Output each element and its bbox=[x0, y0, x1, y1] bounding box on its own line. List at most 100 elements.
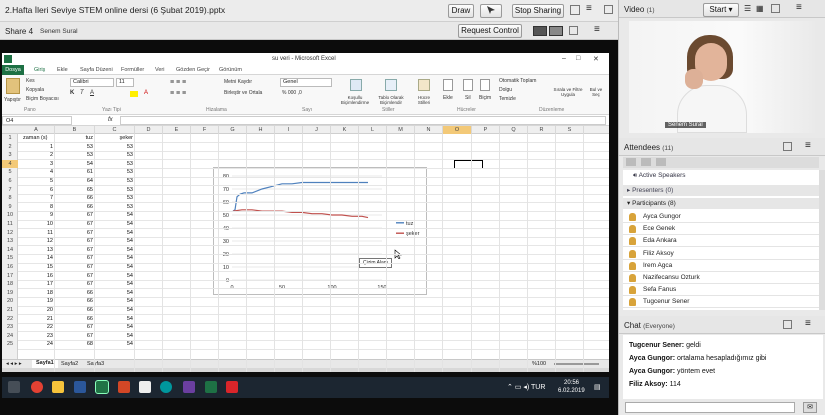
cell-styles-icon[interactable] bbox=[418, 79, 430, 91]
sheet-nav-icon[interactable]: ◂ ◂ ▸ ▸ bbox=[6, 361, 22, 367]
participant-row[interactable]: Sefa Fanus bbox=[623, 284, 819, 297]
list-view-icon[interactable] bbox=[641, 158, 651, 166]
paste-icon[interactable] bbox=[6, 78, 20, 94]
tab-formuller[interactable]: Formüller bbox=[121, 67, 144, 73]
format-table-button[interactable]: Tablo Olarak Biçimlendir bbox=[374, 95, 408, 105]
font-name-select[interactable]: Calibri bbox=[70, 78, 114, 87]
row-header[interactable]: 25 bbox=[2, 340, 18, 349]
column-header-s[interactable]: S bbox=[556, 126, 584, 134]
row-header[interactable]: 23 bbox=[2, 323, 18, 332]
column-header-h[interactable]: H bbox=[247, 126, 275, 134]
participant-row[interactable]: Irem Agca bbox=[623, 259, 819, 272]
video-grid-icon[interactable]: ▦ bbox=[756, 4, 764, 13]
row-header[interactable]: 17 bbox=[2, 272, 18, 281]
row-header[interactable]: 3 bbox=[2, 151, 18, 160]
participant-row[interactable]: Eda Ankara bbox=[623, 235, 819, 248]
number-format-select[interactable]: Genel bbox=[280, 78, 332, 87]
clear-button[interactable]: Temizle bbox=[499, 96, 516, 102]
chat-fullscreen-icon[interactable] bbox=[783, 320, 792, 329]
column-header-k[interactable]: K bbox=[331, 126, 359, 134]
column-header-r[interactable]: R bbox=[528, 126, 556, 134]
zoom-slider[interactable] bbox=[554, 363, 599, 365]
request-control-button[interactable]: Request Control bbox=[458, 24, 522, 38]
column-header-f[interactable]: F bbox=[191, 126, 219, 134]
tab-veri[interactable]: Veri bbox=[155, 67, 164, 73]
delete-cells-button[interactable]: Sil bbox=[465, 95, 471, 101]
insert-cells-icon[interactable] bbox=[443, 79, 453, 91]
currency-icon[interactable]: % 000 ,0 bbox=[282, 90, 302, 96]
excel-alt-icon[interactable] bbox=[205, 381, 217, 393]
wrap-text-button[interactable]: Metni Kaydır bbox=[224, 79, 252, 85]
column-header-a[interactable]: A bbox=[18, 126, 55, 134]
cell-styles-button[interactable]: Hücre Stilleri bbox=[412, 95, 436, 105]
column-header-n[interactable]: N bbox=[415, 126, 443, 134]
mail-icon[interactable] bbox=[139, 381, 151, 393]
conditional-format-icon[interactable] bbox=[350, 79, 362, 91]
paste-button[interactable]: Yapıştır bbox=[4, 97, 21, 103]
font-size-select[interactable]: 11 bbox=[116, 78, 134, 87]
cut-button[interactable]: Kes bbox=[26, 78, 35, 84]
row-header[interactable]: 21 bbox=[2, 306, 18, 315]
excel-maximize-icon[interactable]: □ bbox=[576, 55, 580, 62]
row-header[interactable]: 6 bbox=[2, 177, 18, 186]
chrome-icon[interactable] bbox=[31, 381, 43, 393]
format-painter-button[interactable]: Biçim Boyacısı bbox=[26, 96, 59, 102]
row-header[interactable]: 13 bbox=[2, 237, 18, 246]
view-mode-icon[interactable] bbox=[533, 26, 547, 36]
row-header[interactable]: 7 bbox=[2, 186, 18, 195]
format-cells-icon[interactable] bbox=[480, 79, 490, 91]
fullscreen-share-icon[interactable] bbox=[569, 26, 578, 35]
excel-minimize-icon[interactable]: – bbox=[562, 55, 566, 62]
column-header-m[interactable]: M bbox=[387, 126, 415, 134]
participants-group[interactable]: ▾ Participants (8) bbox=[623, 198, 819, 209]
delete-cells-icon[interactable] bbox=[463, 79, 473, 91]
zoom-level[interactable]: %100 bbox=[532, 361, 546, 367]
tab-gorunum[interactable]: Görünüm bbox=[219, 67, 242, 73]
windows-start-icon[interactable] bbox=[8, 381, 20, 393]
tab-giris[interactable]: Giriş bbox=[34, 67, 45, 73]
video-list-icon[interactable]: ☰ bbox=[744, 4, 751, 13]
pointer-button[interactable] bbox=[480, 4, 502, 18]
merge-center-button[interactable]: Birleştir ve Ortala bbox=[224, 90, 262, 96]
start-video-button[interactable]: Start ▾ bbox=[703, 3, 739, 17]
row-header[interactable]: 8 bbox=[2, 194, 18, 203]
column-header-l[interactable]: L bbox=[359, 126, 387, 134]
word-icon[interactable] bbox=[74, 381, 86, 393]
underline-button[interactable]: A bbox=[90, 90, 94, 96]
row-header[interactable]: 24 bbox=[2, 332, 18, 341]
excel-taskbar-icon[interactable] bbox=[95, 380, 109, 394]
pod-options-icon[interactable] bbox=[604, 5, 613, 14]
name-box[interactable]: O4 bbox=[2, 116, 72, 125]
attendees-scrollbar[interactable] bbox=[819, 170, 825, 310]
app-icon[interactable] bbox=[183, 381, 195, 393]
chat-input[interactable] bbox=[625, 402, 795, 413]
align-top-icon[interactable]: ≡ ≡ ≡ bbox=[170, 79, 186, 86]
chat-send-icon[interactable]: ✉ bbox=[803, 402, 817, 413]
align-left-icon[interactable]: ≡ ≡ ≡ bbox=[170, 90, 186, 97]
video-fullscreen-icon[interactable] bbox=[771, 4, 780, 13]
column-header-o[interactable]: O bbox=[443, 126, 472, 134]
fill-color-icon[interactable] bbox=[130, 91, 138, 97]
participant-row[interactable]: Ayca Gungor bbox=[623, 211, 819, 223]
attendees-menu-icon[interactable]: ≡ bbox=[805, 140, 811, 151]
autosum-button[interactable]: Otomatik Toplam bbox=[499, 78, 536, 84]
row-header[interactable]: 20 bbox=[2, 297, 18, 306]
fill-button[interactable]: Dolgu bbox=[499, 87, 512, 93]
column-header-p[interactable]: P bbox=[472, 126, 500, 134]
column-header-b[interactable]: B bbox=[55, 126, 95, 134]
conditional-format-button[interactable]: Koşullu Biçimlendirme bbox=[340, 95, 370, 105]
participant-row[interactable]: Nazifecansu Ozturk bbox=[623, 272, 819, 284]
column-header-i[interactable]: I bbox=[275, 126, 303, 134]
notification-icon[interactable]: ▤ bbox=[594, 383, 601, 391]
row-header[interactable]: 5 bbox=[2, 168, 18, 177]
stop-sharing-button[interactable]: Stop Sharing bbox=[512, 4, 564, 18]
video-menu-icon[interactable]: ≡ bbox=[796, 2, 802, 13]
row-header[interactable]: 14 bbox=[2, 246, 18, 255]
status-icon[interactable] bbox=[626, 158, 636, 166]
font-color-icon[interactable]: A bbox=[144, 90, 148, 96]
row-header[interactable]: 9 bbox=[2, 203, 18, 212]
row-header[interactable]: 1 bbox=[2, 134, 18, 143]
chat-menu-icon[interactable]: ≡ bbox=[805, 318, 811, 329]
participant-row[interactable]: Ece Genek bbox=[623, 223, 819, 236]
row-header[interactable]: 22 bbox=[2, 315, 18, 324]
